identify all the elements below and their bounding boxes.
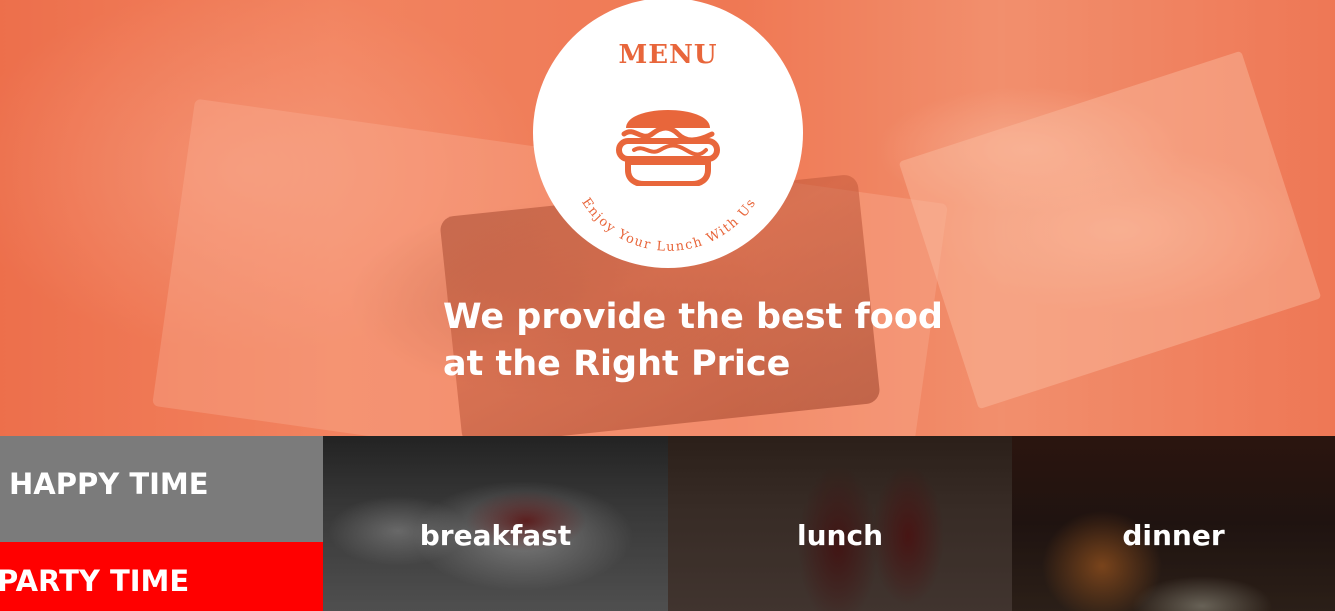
party-time-button[interactable]: PARTY TIME [0,542,323,611]
tagline-line-1: We provide the best food [443,297,943,337]
logo-arc-text-path: Enjoy Your Lunch With Us [578,195,758,254]
tagline-line-2: at the Right Price [443,341,943,388]
page: MENU Enjoy Your Lunch With Us We provide… [0,0,1335,611]
happy-time-label: HAPPY TIME [9,467,209,501]
logo-arc-text: Enjoy Your Lunch With Us [578,195,759,254]
meal-tile-breakfast[interactable]: breakfast [323,436,668,611]
happy-time-button[interactable]: HAPPY TIME [0,436,323,542]
meal-label-breakfast: breakfast [419,519,572,552]
party-time-label: PARTY TIME [0,564,190,598]
meal-label-dinner: dinner [1122,519,1225,552]
meal-label-lunch: lunch [797,519,883,552]
tagline-highlight: Right Price [573,344,791,384]
hero-banner: MENU Enjoy Your Lunch With Us We provide… [0,0,1335,436]
meal-tile-lunch[interactable]: lunch [668,436,1012,611]
hero-tagline: We provide the best food at the Right Pr… [443,294,943,388]
menu-logo[interactable]: MENU Enjoy Your Lunch With Us [533,0,803,268]
tagline-line-2-prefix: at the [443,344,561,384]
meal-tile-dinner[interactable]: dinner [1012,436,1335,611]
svg-text:Enjoy Your Lunch With Us: Enjoy Your Lunch With Us [578,195,759,254]
